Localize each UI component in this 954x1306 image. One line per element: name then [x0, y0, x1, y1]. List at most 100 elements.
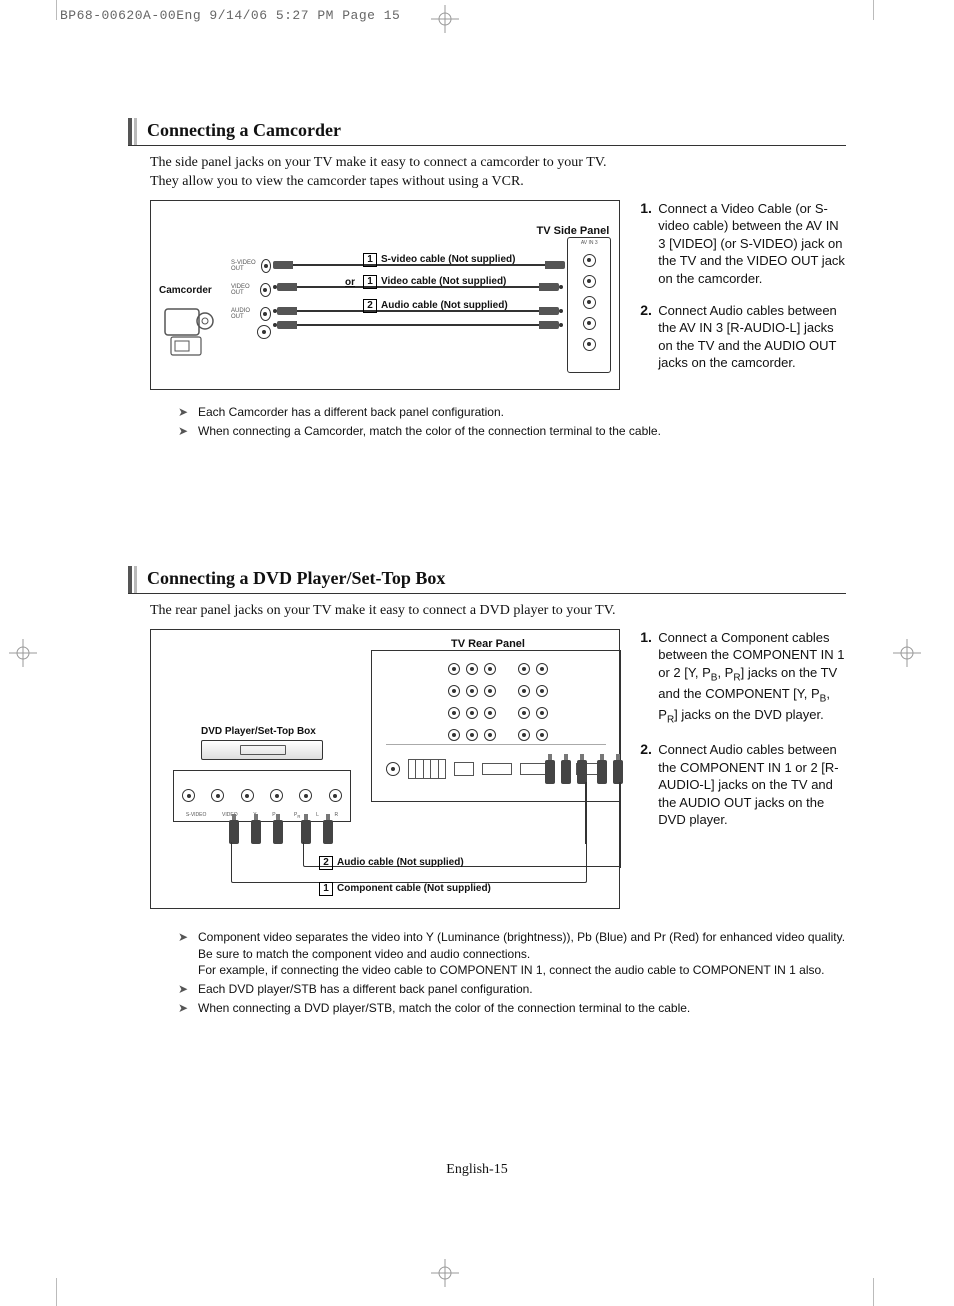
plug-icon: [301, 820, 311, 844]
step-item: 1. Connect a Component cables between th…: [640, 629, 846, 727]
note-text: Component video separates the video into…: [198, 929, 846, 979]
port-audio: AUDIO OUT: [231, 307, 271, 321]
connection-diagram: TV Rear Panel DVD Player/Set-Top Box: [150, 629, 620, 909]
port-label: AUDIO OUT: [231, 308, 257, 320]
jack-icon: [583, 317, 596, 330]
port-label: VIDEO OUT: [231, 284, 257, 296]
note-text: Each Camcorder has a different back pane…: [198, 404, 846, 421]
panel-sublabel: AV IN 3: [568, 241, 610, 246]
registration-mark-icon: [430, 4, 460, 34]
stb-output-panel: S-VIDEOVIDEOYPBPRLR: [173, 770, 351, 822]
plug-icon: [545, 261, 565, 269]
plug-icon: [273, 261, 293, 269]
or-label: or: [345, 277, 355, 288]
tag-number: 1: [319, 882, 333, 896]
step-number: 2.: [640, 741, 658, 829]
camcorder-ports: S-VIDEO OUT VIDEO OUT AUDIO OUT: [231, 259, 271, 349]
step-text: Connect Audio cables between the AV IN 3…: [658, 302, 846, 372]
tag-number: 1: [363, 253, 377, 267]
port-video: VIDEO OUT: [231, 283, 271, 297]
cable-tag: 1 Component cable (Not supplied): [319, 882, 491, 896]
jack-icon: [583, 296, 596, 309]
jack-icon: [299, 789, 312, 802]
jack-icon: [583, 254, 596, 267]
cable-route: [619, 782, 621, 868]
dvd-player-icon: [201, 740, 323, 760]
tag-number: 2: [319, 856, 333, 870]
plug-icon: [229, 820, 239, 844]
cable-tag: 1 Video cable (Not supplied): [363, 275, 506, 289]
jack-icon: [260, 283, 271, 297]
cable-tag: 2 Audio cable (Not supplied): [363, 299, 508, 313]
connection-diagram: TV Side Panel Camcorder S-VIDEO OUT VI: [150, 200, 620, 390]
step-text: Connect a Component cables between the C…: [658, 629, 846, 727]
stb-label: DVD Player/Set-Top Box: [201, 726, 316, 737]
note-item: ➤ Each Camcorder has a different back pa…: [178, 404, 846, 421]
note-arrow-icon: ➤: [178, 404, 198, 421]
note-item: ➤ When connecting a DVD player/STB, matc…: [178, 1000, 846, 1017]
steps-list: 1. Connect a Video Cable (or S-video cab…: [640, 200, 846, 386]
step-text: Connect Audio cables between the COMPONE…: [658, 741, 846, 829]
plug-icon: [613, 760, 623, 784]
section-title: Connecting a DVD Player/Set-Top Box: [147, 566, 445, 593]
crop-mark: [56, 0, 57, 20]
plug-icon: [577, 760, 587, 784]
notes-list: ➤ Component video separates the video in…: [178, 929, 846, 1017]
port-label: S-VIDEO OUT: [231, 260, 258, 272]
tag-number: 1: [363, 275, 377, 289]
tag-label: Component cable (Not supplied): [337, 883, 491, 894]
registration-mark-icon: [8, 638, 38, 668]
page: BP68-00620A-00Eng 9/14/06 5:27 PM Page 1…: [0, 0, 954, 1306]
plug-icon: [597, 760, 607, 784]
step-number: 1.: [640, 200, 658, 288]
port-audio: [231, 325, 271, 339]
jack-icon: [329, 789, 342, 802]
tag-label: Audio cable (Not supplied): [381, 300, 508, 311]
note-item: ➤ When connecting a Camcorder, match the…: [178, 423, 846, 440]
notes-list: ➤ Each Camcorder has a different back pa…: [178, 404, 846, 440]
plug-icon: [561, 760, 571, 784]
plug-icon: [273, 820, 283, 844]
plug-icon: [251, 820, 261, 844]
tv-side-panel-label: TV Side Panel: [537, 225, 610, 237]
plug-icon: [277, 321, 297, 329]
jack-icon: [257, 325, 271, 339]
note-arrow-icon: ➤: [178, 929, 198, 946]
plug-icon: [277, 283, 297, 291]
note-arrow-icon: ➤: [178, 981, 198, 998]
crop-mark: [873, 1278, 874, 1306]
port-svideo: S-VIDEO OUT: [231, 259, 271, 273]
note-item: ➤ Component video separates the video in…: [178, 929, 846, 979]
note-arrow-icon: ➤: [178, 1000, 198, 1017]
tv-rear-panel-label: TV Rear Panel: [451, 638, 525, 650]
jack-icon: [260, 307, 271, 321]
jack-icon: [583, 275, 596, 288]
crop-mark: [56, 1278, 57, 1306]
cable-audio: [273, 321, 563, 329]
plug-icon: [277, 307, 297, 315]
camcorder-label: Camcorder: [159, 285, 212, 296]
intro-line: They allow you to view the camcorder tap…: [150, 173, 846, 192]
cable-tag: 2 Audio cable (Not supplied): [319, 856, 464, 870]
note-text: When connecting a Camcorder, match the c…: [198, 423, 846, 440]
jack-icon: [386, 762, 400, 776]
tv-side-panel-icon: AV IN 3: [567, 237, 611, 373]
print-header: BP68-00620A-00Eng 9/14/06 5:27 PM Page 1…: [60, 8, 400, 23]
jack-icon: [211, 789, 224, 802]
step-item: 1. Connect a Video Cable (or S-video cab…: [640, 200, 846, 288]
cable-route: [585, 782, 587, 844]
heading-accent-bars-icon: [128, 566, 137, 593]
step-item: 2. Connect Audio cables between the AV I…: [640, 302, 846, 372]
plug-icon: [323, 820, 333, 844]
step-number: 2.: [640, 302, 658, 372]
intro-line: The side panel jacks on your TV make it …: [150, 154, 846, 173]
step-number: 1.: [640, 629, 658, 727]
section-body: TV Side Panel Camcorder S-VIDEO OUT VI: [150, 200, 846, 390]
section-camcorder: Connecting a Camcorder The side panel ja…: [128, 118, 846, 441]
steps-list: 1. Connect a Component cables between th…: [640, 629, 846, 843]
section-title: Connecting a Camcorder: [147, 118, 341, 145]
tag-label: Audio cable (Not supplied): [337, 857, 464, 868]
section-dvd-stb: Connecting a DVD Player/Set-Top Box The …: [128, 566, 846, 1019]
intro-text: The side panel jacks on your TV make it …: [150, 154, 846, 192]
step-text: Connect a Video Cable (or S-video cable)…: [658, 200, 846, 288]
